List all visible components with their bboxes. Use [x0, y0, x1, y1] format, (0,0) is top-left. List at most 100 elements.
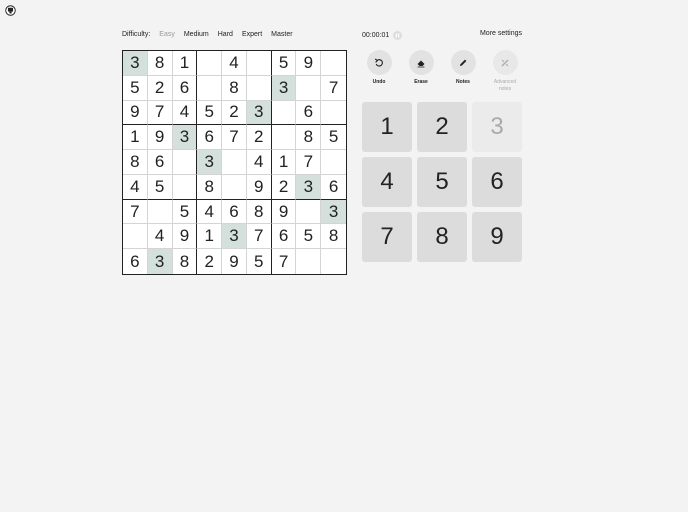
- grid-cell[interactable]: 7: [147, 100, 173, 126]
- grid-cell[interactable]: 6: [271, 224, 297, 250]
- grid-cell[interactable]: 6: [321, 175, 346, 200]
- difficulty-hard[interactable]: Hard: [218, 31, 233, 38]
- grid-cell[interactable]: [296, 199, 322, 225]
- grid-cell[interactable]: [296, 75, 322, 101]
- number-button-6[interactable]: 6: [472, 157, 522, 207]
- number-button-2[interactable]: 2: [417, 102, 467, 152]
- difficulty-medium[interactable]: Medium: [184, 31, 209, 38]
- grid-cell[interactable]: [197, 75, 223, 101]
- grid-cell[interactable]: [321, 150, 346, 175]
- difficulty-expert[interactable]: Expert: [242, 31, 262, 38]
- grid-cell[interactable]: [197, 51, 223, 76]
- grid-cell[interactable]: [246, 75, 272, 101]
- grid-cell[interactable]: 9: [271, 199, 297, 225]
- grid-cell[interactable]: 3: [147, 249, 173, 274]
- grid-cell[interactable]: 9: [147, 125, 173, 151]
- pause-icon[interactable]: [393, 31, 403, 40]
- grid-cell[interactable]: 4: [147, 224, 173, 250]
- difficulty-easy[interactable]: Easy: [159, 31, 175, 38]
- grid-cell[interactable]: 4: [246, 150, 272, 175]
- grid-cell[interactable]: 8: [123, 150, 148, 175]
- grid-cell[interactable]: 7: [272, 249, 297, 274]
- notes-button[interactable]: Notes: [446, 50, 480, 86]
- logo-icon[interactable]: [5, 5, 16, 16]
- grid-cell[interactable]: 4: [197, 199, 223, 225]
- number-button-7[interactable]: 7: [362, 212, 412, 262]
- grid-cell[interactable]: 6: [172, 75, 198, 101]
- grid-cell[interactable]: 9: [246, 174, 272, 200]
- grid-cell[interactable]: [321, 101, 346, 126]
- grid-cell[interactable]: 5: [296, 224, 322, 250]
- grid-cell[interactable]: [271, 125, 297, 151]
- grid-cell[interactable]: 7: [296, 150, 322, 175]
- grid-cell[interactable]: [321, 51, 346, 76]
- grid-cell[interactable]: 1: [271, 150, 297, 175]
- grid-cell[interactable]: 6: [197, 125, 223, 151]
- undo-button[interactable]: Undo: [362, 50, 396, 86]
- grid-cell[interactable]: 5: [247, 249, 272, 274]
- grid-cell[interactable]: 7: [246, 224, 272, 250]
- grid-cell[interactable]: 8: [246, 199, 272, 225]
- grid-cell[interactable]: [172, 174, 198, 200]
- grid-cell[interactable]: 5: [147, 174, 173, 200]
- grid-cell[interactable]: 3: [321, 199, 346, 225]
- grid-cell[interactable]: 3: [222, 224, 247, 250]
- grid-cell[interactable]: 2: [197, 249, 223, 274]
- grid-cell[interactable]: 7: [123, 199, 148, 225]
- grid-cell[interactable]: 2: [222, 100, 247, 126]
- number-button-5[interactable]: 5: [417, 157, 467, 207]
- grid-cell[interactable]: 8: [197, 174, 223, 200]
- erase-button[interactable]: Erase: [404, 50, 438, 86]
- grid-cell[interactable]: 3: [296, 174, 322, 200]
- grid-cell[interactable]: 7: [222, 125, 247, 151]
- number-button-8[interactable]: 8: [417, 212, 467, 262]
- grid-cell[interactable]: 5: [197, 100, 223, 126]
- grid-cell[interactable]: 4: [123, 174, 148, 200]
- grid-cell[interactable]: 5: [271, 51, 297, 76]
- grid-cell[interactable]: 8: [147, 51, 173, 76]
- grid-cell[interactable]: 1: [172, 51, 198, 76]
- number-button-1[interactable]: 1: [362, 102, 412, 152]
- grid-cell[interactable]: [147, 199, 173, 225]
- grid-cell[interactable]: 3: [197, 150, 223, 175]
- grid-cell[interactable]: [246, 51, 272, 76]
- grid-cell[interactable]: 4: [222, 51, 247, 76]
- grid-cell[interactable]: 5: [172, 199, 198, 225]
- grid-cell[interactable]: 9: [296, 51, 322, 76]
- grid-cell[interactable]: 2: [147, 75, 173, 101]
- grid-cell[interactable]: 8: [296, 125, 322, 151]
- grid-cell[interactable]: 8: [222, 75, 247, 101]
- grid-cell[interactable]: 3: [123, 51, 148, 76]
- grid-cell[interactable]: 3: [271, 75, 297, 101]
- grid-cell[interactable]: 1: [197, 224, 223, 250]
- grid-cell[interactable]: 3: [172, 125, 198, 151]
- grid-cell[interactable]: 6: [123, 249, 148, 274]
- grid-cell[interactable]: 6: [147, 150, 173, 175]
- number-button-9[interactable]: 9: [472, 212, 522, 262]
- grid-cell[interactable]: 8: [321, 224, 346, 250]
- grid-cell[interactable]: [296, 249, 322, 274]
- grid-cell[interactable]: [222, 150, 247, 175]
- grid-cell[interactable]: 3: [246, 100, 272, 126]
- grid-cell[interactable]: 9: [222, 249, 247, 274]
- grid-cell[interactable]: 9: [172, 224, 198, 250]
- grid-cell[interactable]: 1: [123, 125, 148, 151]
- grid-cell[interactable]: [222, 174, 247, 200]
- grid-cell[interactable]: [172, 150, 198, 175]
- advanced-notes-button[interactable]: Advanced notes: [488, 50, 522, 93]
- grid-cell[interactable]: 9: [123, 100, 148, 126]
- difficulty-master[interactable]: Master: [271, 31, 292, 38]
- grid-cell[interactable]: 5: [123, 75, 148, 101]
- grid-cell[interactable]: 8: [173, 249, 198, 274]
- grid-cell[interactable]: [123, 224, 148, 250]
- grid-cell[interactable]: 2: [271, 174, 297, 200]
- number-button-3[interactable]: 3: [472, 102, 522, 152]
- grid-cell[interactable]: 2: [246, 125, 272, 151]
- grid-cell[interactable]: 7: [321, 76, 346, 101]
- grid-cell[interactable]: 6: [222, 199, 247, 225]
- grid-cell[interactable]: [271, 100, 297, 126]
- grid-cell[interactable]: [321, 249, 346, 274]
- grid-cell[interactable]: 6: [296, 100, 322, 126]
- more-settings-link[interactable]: More settings: [480, 30, 522, 37]
- grid-cell[interactable]: 5: [321, 125, 346, 151]
